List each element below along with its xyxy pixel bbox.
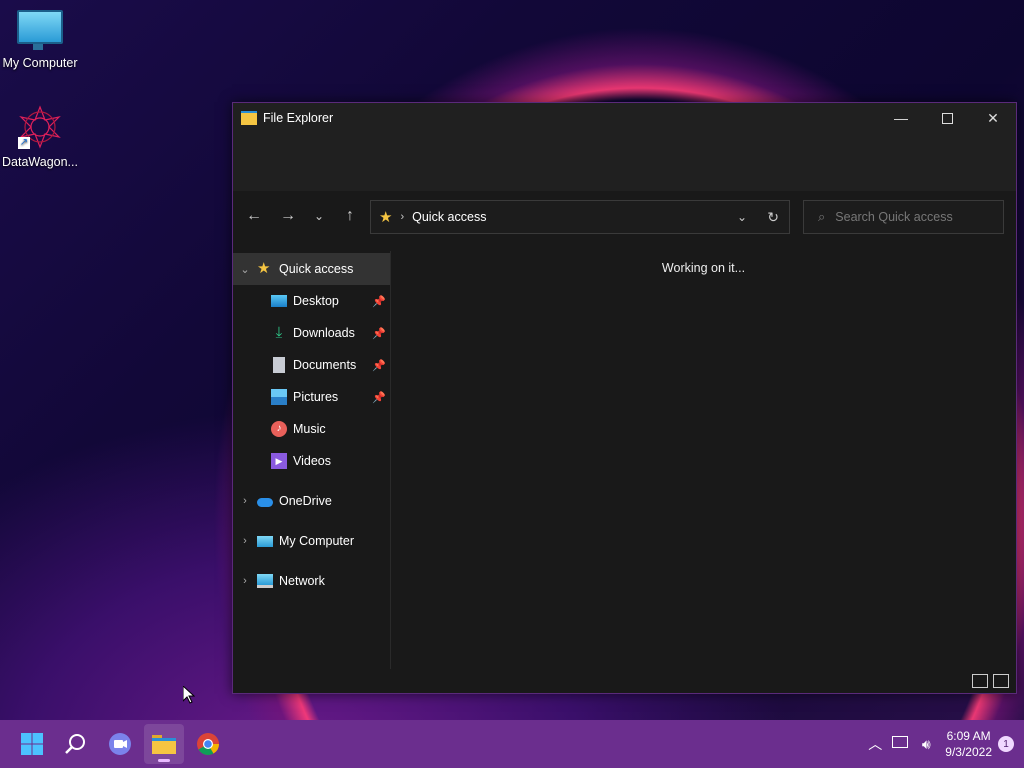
music-icon: ♪ [271, 421, 287, 437]
sidebar-item-onedrive[interactable]: › OneDrive [233, 485, 390, 517]
search-icon [65, 734, 85, 754]
chat-button[interactable] [100, 724, 140, 764]
notification-badge[interactable]: 1 [998, 736, 1014, 752]
details-view-icon[interactable] [972, 674, 988, 688]
clock[interactable]: 6:09 AM 9/3/2022 [945, 728, 992, 760]
system-tray: ︿ 🔊︎ 6:09 AM 9/3/2022 1 [863, 720, 1024, 768]
taskbar: ︿ 🔊︎ 6:09 AM 9/3/2022 1 [0, 720, 1024, 768]
loading-message: Working on it... [661, 261, 746, 275]
file-explorer-taskbar-button[interactable] [144, 724, 184, 764]
ribbon [233, 133, 1016, 191]
title-bar[interactable]: File Explorer — ✕ [233, 103, 1016, 133]
desktop-icon-label: My Computer [2, 56, 78, 70]
sidebar-item-network[interactable]: › Network [233, 565, 390, 597]
breadcrumb-quick-access[interactable]: Quick access [412, 210, 486, 224]
close-button[interactable]: ✕ [970, 103, 1016, 133]
chevron-down-icon[interactable]: ⌄ [233, 263, 257, 276]
desktop-icon-label: DataWagon... [2, 155, 78, 169]
sidebar-item-label: OneDrive [279, 494, 332, 508]
sidebar-item-label: Desktop [293, 294, 339, 308]
chevron-right-icon[interactable]: › [233, 575, 257, 587]
volume-icon[interactable]: 🔊︎ [913, 736, 939, 753]
navigation-bar: ← → ⌄ ↑ ★ › Quick access ⌄ ↻ ⌕ Search Qu… [233, 191, 1016, 241]
sidebar-item-label: Quick access [279, 262, 354, 276]
network-icon [257, 574, 273, 588]
sidebar-item-label: Pictures [293, 390, 339, 404]
refresh-icon[interactable]: ↻ [767, 209, 779, 226]
monitor-icon [257, 535, 273, 547]
sidebar-item-my-computer[interactable]: › My Computer [233, 525, 390, 557]
forward-button[interactable]: → [271, 207, 305, 225]
download-icon: ⤓ [275, 324, 283, 341]
address-dropdown-icon[interactable]: ⌄ [737, 210, 747, 224]
sidebar-item-label: Documents [293, 358, 357, 372]
star-icon: ★ [379, 209, 393, 226]
window-title: File Explorer [263, 111, 334, 125]
datawagon-logo-icon: ↗ [18, 105, 62, 149]
pin-icon: 📌 [372, 295, 386, 308]
monitor-icon [17, 10, 63, 50]
sidebar-item-downloads[interactable]: ⤓ Downloads 📌 [233, 317, 390, 349]
chrome-icon [197, 733, 219, 755]
chat-camera-icon [109, 733, 131, 755]
search-box[interactable]: ⌕ Search Quick access [803, 200, 1004, 234]
sidebar-item-label: My Computer [279, 534, 355, 548]
sidebar-item-music[interactable]: ♪ Music [233, 413, 390, 445]
address-bar[interactable]: ★ › Quick access ⌄ ↻ [370, 200, 790, 234]
sidebar-item-desktop[interactable]: Desktop 📌 [233, 285, 390, 317]
desktop-folder-icon [271, 295, 287, 307]
document-icon [273, 357, 285, 373]
search-icon: ⌕ [818, 209, 826, 224]
mouse-cursor-icon [182, 684, 196, 709]
folder-icon [152, 735, 176, 754]
sidebar-item-label: Downloads [293, 326, 355, 340]
desktop-icon-datawagon[interactable]: ↗ DataWagon... [0, 105, 80, 169]
up-button[interactable]: ↑ [333, 207, 367, 225]
windows-logo-icon [21, 733, 43, 755]
recent-locations-button[interactable]: ⌄ [305, 209, 333, 223]
sidebar-item-label: Network [279, 574, 325, 588]
sidebar-item-documents[interactable]: Documents 📌 [233, 349, 390, 381]
desktop-icon-my-computer[interactable]: My Computer [0, 10, 80, 70]
content-pane[interactable]: Working on it... [391, 251, 1016, 667]
pin-icon: 📌 [372, 327, 386, 340]
shortcut-arrow-icon: ↗ [18, 137, 30, 149]
breadcrumb-separator-icon: › [400, 211, 405, 223]
sidebar-item-videos[interactable]: ▶ Videos [233, 445, 390, 477]
pin-icon: 📌 [372, 391, 386, 404]
pin-icon: 📌 [372, 359, 386, 372]
videos-icon: ▶ [271, 453, 287, 469]
large-icons-view-icon[interactable] [993, 674, 1009, 688]
search-button[interactable] [56, 724, 96, 764]
sidebar-item-label: Videos [293, 454, 331, 468]
file-explorer-window: File Explorer — ✕ ← → ⌄ ↑ ★ › Quick acce… [232, 102, 1017, 694]
pictures-icon [271, 389, 287, 405]
navigation-pane: ⌄ ★ Quick access Desktop 📌 ⤓ Downloads 📌… [233, 251, 391, 669]
minimize-button[interactable]: — [878, 103, 924, 133]
sidebar-item-quick-access[interactable]: ⌄ ★ Quick access [233, 253, 390, 285]
search-placeholder: Search Quick access [835, 210, 953, 224]
back-button[interactable]: ← [237, 207, 271, 225]
sidebar-item-label: Music [293, 422, 326, 436]
chevron-up-icon[interactable]: ︿ [863, 734, 887, 754]
cloud-icon [257, 498, 273, 507]
status-bar [233, 667, 1016, 693]
start-button[interactable] [12, 724, 52, 764]
sidebar-item-pictures[interactable]: Pictures 📌 [233, 381, 390, 413]
clock-date: 9/3/2022 [945, 745, 992, 759]
network-icon[interactable] [887, 735, 913, 753]
chevron-right-icon[interactable]: › [233, 535, 257, 547]
chrome-taskbar-button[interactable] [188, 724, 228, 764]
chevron-right-icon[interactable]: › [233, 495, 257, 507]
clock-time: 6:09 AM [946, 729, 991, 743]
maximize-button[interactable] [924, 103, 970, 133]
folder-icon [241, 111, 257, 125]
star-icon: ★ [257, 260, 271, 277]
